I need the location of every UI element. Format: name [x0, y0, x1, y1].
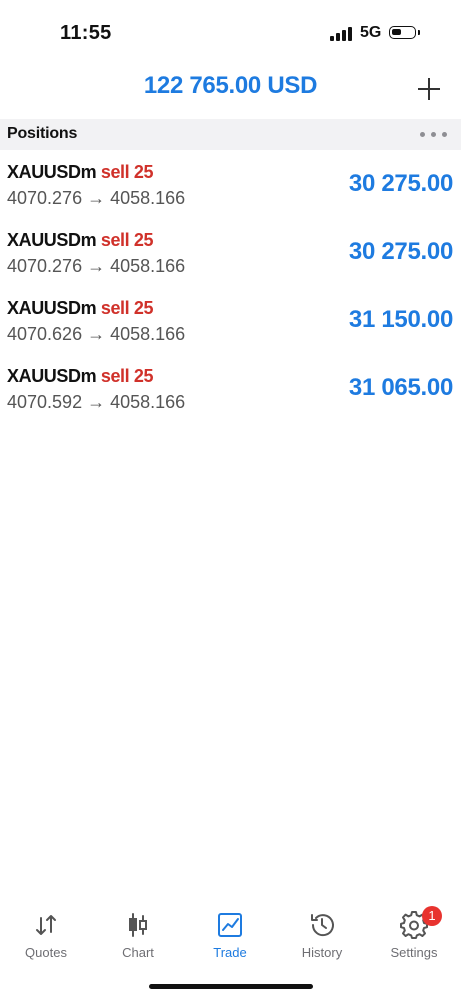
tab-label: Settings: [390, 945, 438, 960]
plus-icon[interactable]: [414, 74, 444, 104]
position-row[interactable]: XAUUSDm sell 25 4070.592 → 4058.166 31 0…: [0, 354, 461, 422]
tab-label: History: [301, 945, 343, 960]
tab-quotes[interactable]: Quotes: [0, 910, 92, 966]
ellipsis-icon[interactable]: [420, 129, 448, 139]
chart-icon: [129, 913, 147, 937]
position-symbol-line: XAUUSDm sell 25: [7, 230, 153, 251]
tab-bar: Quotes Chart Trade History 1 Settings: [0, 900, 461, 970]
tab-label: Quotes: [25, 945, 67, 960]
position-symbol: XAUUSDm: [7, 366, 97, 386]
signal-icon: [330, 27, 354, 41]
position-symbol: XAUUSDm: [7, 162, 97, 182]
position-prices: 4070.626 → 4058.166: [7, 324, 186, 344]
tab-history[interactable]: History: [276, 910, 368, 966]
home-indicator: [149, 984, 313, 989]
quotes-icon: [36, 915, 56, 935]
position-profit: 30 275.00: [348, 170, 453, 197]
tab-chart[interactable]: Chart: [92, 910, 184, 966]
tab-settings[interactable]: 1 Settings: [368, 906, 460, 966]
section-title: Positions: [7, 125, 78, 142]
history-icon: [311, 914, 334, 937]
position-symbol-line: XAUUSDm sell 25: [7, 366, 153, 387]
position-profit: 30 275.00: [348, 238, 453, 265]
position-symbol-line: XAUUSDm sell 25: [7, 162, 153, 183]
settings-badge: 1: [422, 906, 442, 926]
tab-label: Chart: [122, 945, 154, 960]
positions-section-header: Positions: [0, 119, 461, 150]
tab-label: Trade: [213, 945, 247, 960]
position-symbol: XAUUSDm: [7, 230, 97, 250]
network-label: 5G: [360, 24, 382, 41]
position-symbol: XAUUSDm: [7, 298, 97, 318]
battery-cap: [418, 30, 420, 35]
position-profit: 31 150.00: [348, 306, 453, 333]
position-direction: sell 25: [100, 230, 154, 250]
position-row[interactable]: XAUUSDm sell 25 4070.626 → 4058.166 31 1…: [0, 286, 461, 354]
position-direction: sell 25: [100, 366, 154, 386]
battery-icon: [389, 26, 416, 39]
position-symbol-line: XAUUSDm sell 25: [7, 298, 153, 319]
status-bar: 11:55 5G: [0, 0, 461, 60]
account-balance: 122 765.00 USD: [143, 72, 318, 99]
positions-list: XAUUSDm sell 25 4070.276 → 4058.166 30 2…: [0, 150, 461, 422]
status-time: 11:55: [60, 22, 112, 44]
position-direction: sell 25: [100, 162, 154, 182]
position-row[interactable]: XAUUSDm sell 25 4070.276 → 4058.166 30 2…: [0, 218, 461, 286]
position-profit: 31 065.00: [348, 374, 453, 401]
position-prices: 4070.592 → 4058.166: [7, 392, 186, 412]
trade-icon: [218, 913, 242, 937]
tab-trade[interactable]: Trade: [184, 910, 276, 966]
position-prices: 4070.276 → 4058.166: [7, 188, 186, 208]
position-row[interactable]: XAUUSDm sell 25 4070.276 → 4058.166 30 2…: [0, 150, 461, 218]
position-prices: 4070.276 → 4058.166: [7, 256, 186, 276]
position-direction: sell 25: [100, 298, 154, 318]
